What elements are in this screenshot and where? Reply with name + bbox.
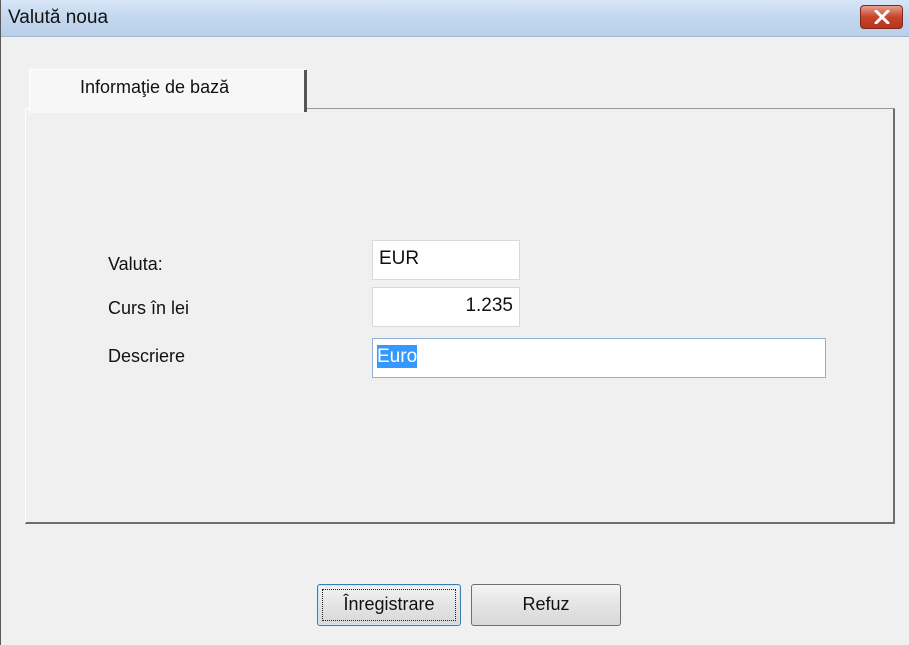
cancel-button-label: Refuz — [522, 594, 570, 614]
dialog-window: Valută noua Valuta: EUR Curs în lei 1.23… — [0, 0, 909, 645]
save-button[interactable]: Înregistrare — [317, 584, 461, 626]
title-bar[interactable]: Valută noua — [1, 0, 909, 37]
panel-top-border — [305, 108, 895, 109]
descriere-label: Descriere — [108, 346, 186, 366]
tab-panel: Valuta: EUR Curs în lei 1.235 Descriere … — [25, 108, 895, 524]
descriere-field[interactable]: Euro — [372, 338, 826, 378]
save-button-label: Înregistrare — [343, 594, 435, 614]
valuta-field[interactable]: EUR — [372, 240, 520, 280]
tab-informatie-de-baza[interactable]: Informaţie de bază — [29, 69, 307, 113]
close-button[interactable] — [860, 5, 903, 29]
cancel-button[interactable]: Refuz — [471, 584, 621, 626]
descriere-selected-text: Euro — [377, 345, 418, 368]
window-title: Valută noua — [8, 7, 109, 28]
tab-label: Informaţie de bază — [80, 77, 230, 97]
curs-field[interactable]: 1.235 — [372, 287, 520, 327]
valuta-label: Valuta: — [108, 254, 163, 274]
curs-label: Curs în lei — [108, 298, 190, 318]
close-x-icon — [874, 10, 890, 24]
